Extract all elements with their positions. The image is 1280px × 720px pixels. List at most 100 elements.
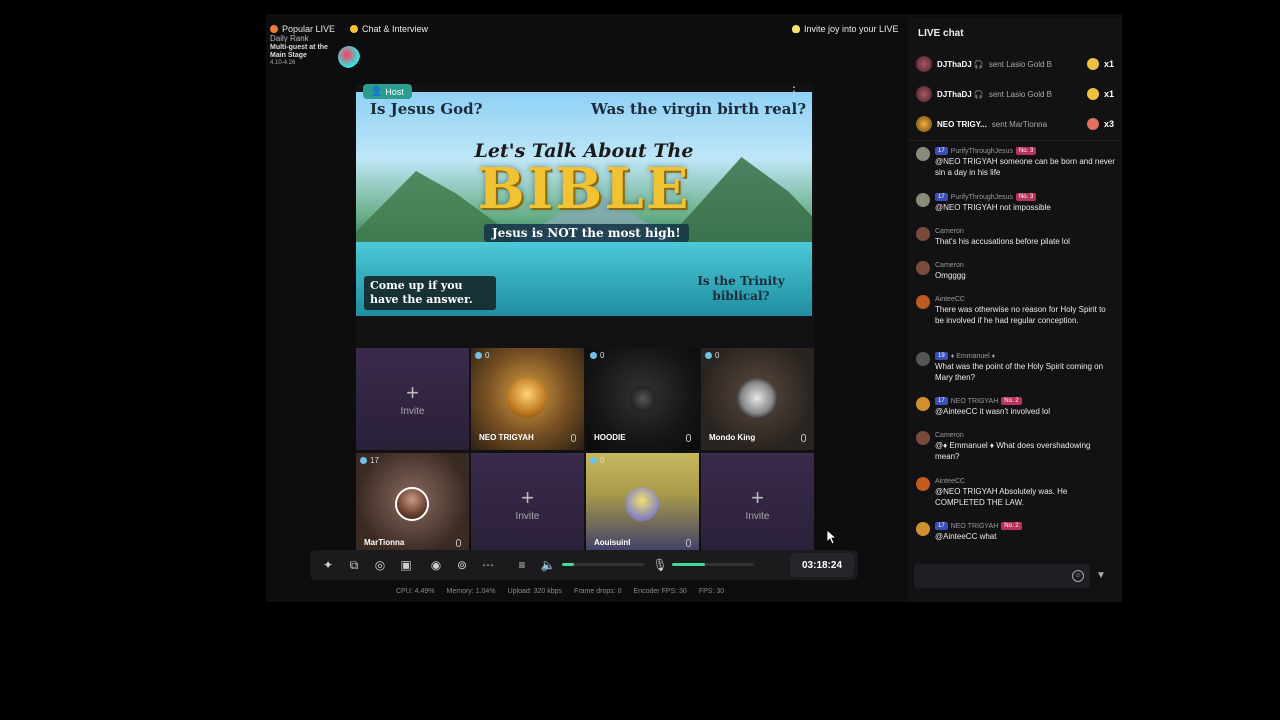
volume-slider[interactable] (562, 563, 644, 566)
banner-question-2: Was the virgin birth real? (591, 100, 806, 118)
guest-count: 0 (590, 456, 604, 465)
camera-icon[interactable]: ⊚ (454, 557, 470, 573)
guest-slot[interactable]: 0 NEO TRIGYAH (471, 348, 584, 450)
mic-icon[interactable] (801, 434, 806, 442)
bible-banner-image: Is Jesus God? Was the virgin birth real?… (356, 92, 812, 316)
stream-stats: CPU: 4.49% Memory: 1.04% Upload: 320 kbp… (396, 588, 724, 595)
avatar (916, 477, 930, 491)
chat-text: @AinteeCC what (935, 532, 997, 541)
chat-text: @NEO TRIGYAH not impossible (935, 203, 1051, 212)
emoji-icon[interactable]: ☺ (1072, 570, 1084, 582)
level-badge: 17 (935, 193, 948, 201)
avatar (916, 193, 930, 207)
banner-trinity-question: Is the Trinity biblical? (697, 274, 785, 303)
guest-avatar (395, 487, 429, 521)
invite-slot[interactable]: + Invite (701, 453, 814, 555)
guest-count-value: 17 (370, 456, 379, 465)
mic-icon[interactable] (686, 434, 691, 442)
volume-fill (562, 563, 575, 566)
chat-interview-badge[interactable]: Chat & Interview (350, 20, 428, 38)
guest-count-value: 0 (485, 351, 490, 360)
filter-icon[interactable]: ▼ (1096, 570, 1108, 582)
chat-text: @♦ Emmanuel ♦ What does overshadowing me… (935, 441, 1091, 461)
mic-level-fill (672, 563, 705, 566)
gift-sent: sent Lasio Gold B (988, 59, 1053, 69)
chat-message: Cameron @♦ Emmanuel ♦ What does overshad… (916, 430, 1116, 462)
more-icon[interactable]: ⋯ (480, 557, 496, 573)
banner-subtitle: Jesus is NOT the most high! (484, 224, 689, 242)
avatar (916, 522, 930, 536)
chat-username[interactable]: PurifyThroughJesus (951, 148, 1013, 155)
gift-multiplier: x1 (1103, 59, 1114, 69)
invite-slot[interactable]: + Invite (356, 348, 469, 450)
popular-live-label: Popular LIVE (282, 24, 336, 34)
chat-message: Cameron That's his accusations before pi… (916, 226, 1116, 247)
stage-title: Multi-guest at the Main Stage (270, 44, 328, 59)
mic-icon[interactable] (686, 539, 691, 547)
mic-icon[interactable] (456, 539, 461, 547)
guest-name: HOODIE (594, 433, 626, 442)
level-badge: 19 (935, 352, 948, 360)
guest-slot[interactable]: 0 Aouisuinl (586, 453, 699, 555)
level-badge: 17 (935, 397, 948, 405)
chat-username[interactable]: AinteeCC (935, 296, 965, 303)
add-source-icon[interactable]: ▣ (398, 557, 414, 573)
chat-username[interactable]: Cameron (935, 262, 964, 269)
main-stage-card[interactable]: Multi-guest at the Main Stage 4.10-4.26 (270, 44, 362, 70)
upload-stat: Upload: 320 kbps (507, 588, 563, 595)
guest-count: 17 (360, 456, 379, 465)
chat-title: LIVE chat (918, 28, 964, 39)
invite-slot[interactable]: + Invite (471, 453, 584, 555)
chat-interview-label: Chat & Interview (362, 24, 429, 34)
chat-input[interactable] (914, 564, 1090, 588)
coin-icon (590, 457, 597, 464)
chat-message: 17 PurifyThroughJesus No. 3 @NEO TRIGYAH n… (916, 192, 1116, 213)
guest-avatar (737, 378, 777, 418)
level-badge: 17 (935, 522, 948, 530)
banner-come-up: Come up if you have the answer. (364, 276, 496, 310)
chat-message: 17 NEO TRIGYAH No. 2 @AinteeCC it wasn't i… (916, 396, 1116, 417)
guest-slot[interactable]: 0 HOODIE (586, 348, 699, 450)
chat-username[interactable]: AinteeCC (935, 478, 965, 485)
plus-icon: + (521, 484, 534, 510)
invite-joy-label: Invite joy into your LIVE (804, 24, 899, 34)
ai-effects-icon[interactable]: ◎ (372, 557, 388, 573)
chat-username[interactable]: Cameron (935, 228, 964, 235)
guest-avatar (625, 487, 659, 521)
volume-icon[interactable]: 🔈 (540, 557, 556, 573)
mic-icon[interactable] (571, 434, 576, 442)
avatar (916, 261, 930, 275)
chat-username[interactable]: PurifyThroughJesus (951, 194, 1013, 201)
guest-name: Aouisuinl (594, 538, 631, 547)
gift-multiplier: x3 (1103, 119, 1114, 129)
avatar (916, 397, 930, 411)
chat-username[interactable]: ♦ Emmanuel ♦ (951, 353, 996, 360)
plus-icon: + (406, 379, 419, 405)
gift-sent: sent MarTionna (991, 119, 1048, 129)
chat-username[interactable]: NEO TRIGYAH (951, 398, 999, 405)
memory-stat: Memory: 1.04% (446, 588, 496, 595)
record-icon[interactable]: ◉ (428, 557, 444, 573)
settings-sliders-icon[interactable]: ≡ (514, 557, 530, 573)
chat-message: AinteeCC There was otherwise no reason f… (916, 294, 1116, 326)
avatar (916, 147, 930, 161)
layout-icon[interactable]: ⧉ (346, 557, 362, 573)
chat-username[interactable]: NEO TRIGYAH (951, 523, 999, 530)
chat-username[interactable]: Cameron (935, 432, 964, 439)
chat-message: 19 ♦ Emmanuel ♦ What was the point of the… (916, 351, 1116, 383)
host-label: Host (385, 86, 404, 97)
microphone-icon[interactable]: 🎙 (652, 557, 668, 573)
avatar (916, 116, 932, 132)
magic-wand-icon[interactable]: ✦ (320, 557, 336, 573)
guest-slot[interactable]: 17 MarTionna (356, 453, 469, 555)
live-chat-panel: LIVE chat DJThaDJ 🎧 sent Lasio Gold B x1… (908, 18, 1122, 602)
invite-joy-badge[interactable]: Invite joy into your LIVE (792, 20, 899, 38)
host-tag: 👤 Host (363, 84, 412, 99)
lightbulb-icon (792, 25, 800, 33)
chat-message: Cameron Omgggg (916, 260, 1116, 281)
gift-user: NEO TRIGY... (937, 119, 987, 129)
banner-question-1: Is Jesus God? (370, 100, 483, 118)
mic-level-slider[interactable] (672, 563, 754, 566)
guest-slot[interactable]: 0 Mondo King (701, 348, 814, 450)
host-more-icon[interactable]: ⋮ (788, 84, 800, 98)
